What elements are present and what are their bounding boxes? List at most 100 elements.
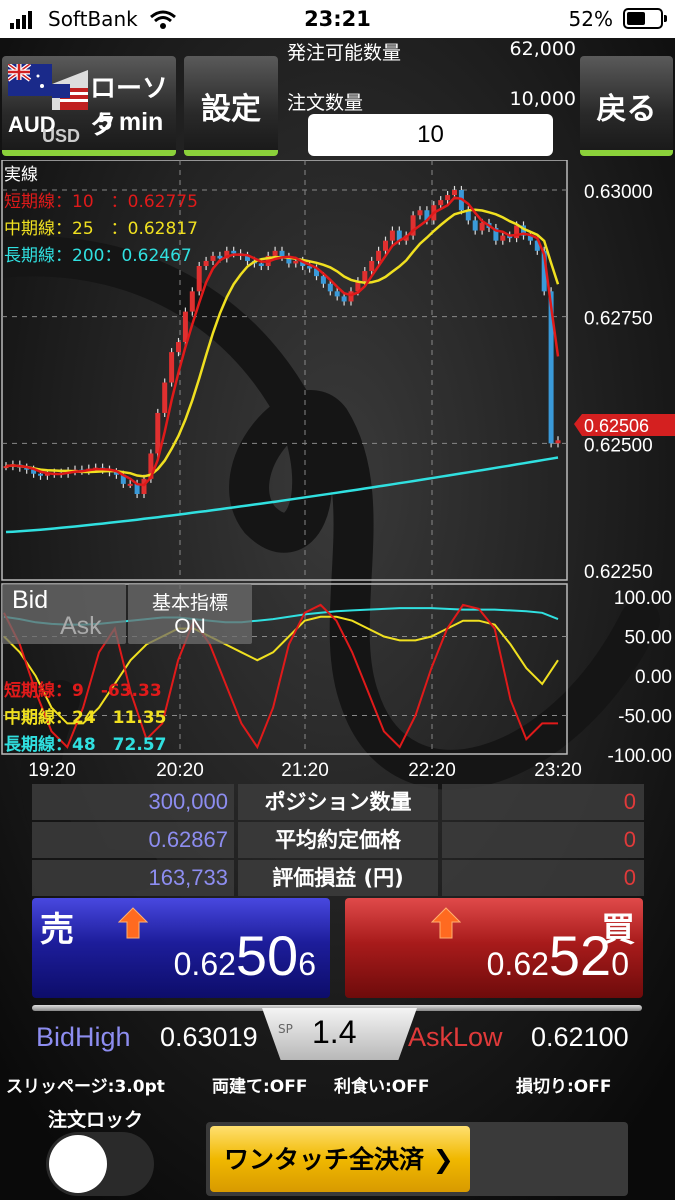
candle-body bbox=[376, 250, 382, 261]
close-all-button[interactable]: ワンタッチ全決済 ❯ bbox=[210, 1126, 470, 1192]
time-tick-label: 23:20 bbox=[534, 760, 582, 780]
candle-body bbox=[196, 266, 202, 292]
candle-body bbox=[231, 250, 237, 254]
sell-price-pips: 50 bbox=[235, 924, 299, 987]
mid-ma-legend: 中期線：25 ：0.62817 bbox=[4, 219, 198, 239]
candle-body bbox=[176, 342, 181, 353]
up-arrow-icon bbox=[431, 907, 461, 939]
candle-body bbox=[155, 412, 161, 454]
price-line-label: 実線 bbox=[4, 165, 38, 185]
slippage-setting: スリッページ:3.0pt bbox=[6, 1077, 165, 1097]
candle-body bbox=[320, 276, 326, 284]
buy-price-pips: 52 bbox=[548, 924, 612, 987]
close-all-slider[interactable]: ワンタッチ全決済 ❯ bbox=[206, 1122, 628, 1196]
osc-tick-label: -50.00 bbox=[618, 707, 672, 728]
bid-ask-toggle[interactable]: Bid Ask bbox=[2, 584, 126, 644]
unrealized-pl-value: 163,733 bbox=[32, 860, 234, 896]
candle-body bbox=[452, 190, 457, 196]
sell-button[interactable]: 売 0.62506 bbox=[32, 898, 330, 998]
battery-icon bbox=[623, 8, 667, 29]
fundamentals-state: ON bbox=[174, 615, 206, 638]
aud-usd-flag-icon bbox=[8, 64, 88, 110]
candle-body bbox=[127, 483, 133, 486]
buy-button[interactable]: 買 0.62520 bbox=[345, 898, 643, 998]
candle-body bbox=[327, 283, 333, 292]
price-tick-label: 0.63000 bbox=[584, 182, 653, 203]
price-tick-label: 0.62250 bbox=[584, 562, 653, 583]
settings-button[interactable]: 設定 bbox=[184, 56, 278, 156]
take-profit-setting: 利食い:OFF bbox=[334, 1077, 430, 1097]
spread-value: 1.4 bbox=[312, 1014, 357, 1050]
time-tick-label: 21:20 bbox=[281, 760, 329, 780]
back-label: 戻る bbox=[596, 93, 657, 126]
status-bar: SoftBank 23:21 52% bbox=[0, 0, 675, 38]
sell-price: 0.62506 bbox=[174, 923, 316, 988]
buy-price-big-figure: 0.62 bbox=[486, 946, 549, 982]
available-qty-value: 62,000 bbox=[509, 38, 576, 60]
buy-price: 0.62520 bbox=[487, 923, 629, 988]
order-qty-value: 10,000 bbox=[509, 88, 576, 110]
close-all-label: ワンタッチ全決済 ❯ bbox=[224, 1145, 454, 1174]
sell-side-label: 売 bbox=[40, 910, 74, 950]
order-lock-label: 注文ロック bbox=[48, 1109, 144, 1131]
osc-tick-label: 50.00 bbox=[624, 628, 672, 649]
position-qty-value: 300,000 bbox=[32, 784, 234, 820]
avg-price-label: 平均約定価格 bbox=[238, 822, 438, 858]
short-ma-legend: 短期線：10 ：0.62775 bbox=[4, 192, 198, 212]
back-button[interactable]: 戻る bbox=[580, 56, 673, 156]
candle-body bbox=[203, 260, 209, 266]
position-qty-label: ポジション数量 bbox=[238, 784, 438, 820]
fundamentals-toggle[interactable]: 基本指標 ON bbox=[128, 584, 252, 644]
toggle-knob bbox=[49, 1135, 107, 1193]
avg-price-pl: 0 bbox=[442, 822, 644, 858]
candle-body bbox=[472, 220, 478, 231]
table-row: 300,000 ポジション数量 0 bbox=[32, 784, 644, 820]
bid-high-value: 0.63019 bbox=[160, 1022, 258, 1052]
buy-price-fraction: 0 bbox=[611, 946, 629, 982]
candle-body bbox=[210, 255, 216, 261]
price-tick-label: 0.62500 bbox=[584, 435, 653, 456]
candle-body bbox=[438, 200, 444, 206]
candle-body bbox=[417, 210, 423, 216]
stop-loss-setting: 損切り:OFF bbox=[516, 1077, 612, 1097]
candle-body bbox=[293, 260, 299, 264]
unrealized-pl-label: 評価損益 (円) bbox=[238, 860, 438, 896]
sell-price-fraction: 6 bbox=[298, 946, 316, 982]
table-row: 0.62867 平均約定価格 0 bbox=[32, 822, 644, 858]
candle-body bbox=[555, 440, 561, 444]
time-tick-label: 20:20 bbox=[156, 760, 204, 780]
current-price-label: 0.62506 bbox=[584, 416, 649, 436]
order-lock-toggle[interactable] bbox=[46, 1132, 154, 1196]
long-ma-legend: 長期線：200：0.62467 bbox=[4, 246, 192, 266]
ask-label: Ask bbox=[60, 612, 102, 640]
table-row: 163,733 評価損益 (円) 0 bbox=[32, 860, 644, 896]
pair-quote-label: USD bbox=[42, 126, 81, 146]
candle-body bbox=[389, 230, 395, 241]
ask-low-label: AskLow bbox=[408, 1022, 503, 1052]
settings-label: 設定 bbox=[201, 93, 261, 126]
spread-label: SP bbox=[278, 1022, 293, 1036]
price-tick-label: 0.62750 bbox=[584, 309, 653, 330]
pair-selector-button[interactable]: ローソク AUD USD 5 min bbox=[2, 56, 176, 156]
candle-body bbox=[348, 291, 354, 302]
up-arrow-icon bbox=[118, 907, 148, 939]
candle-body bbox=[141, 478, 147, 494]
candle-body bbox=[334, 291, 340, 297]
osc-mid-legend: 中期線：24 11.35 bbox=[4, 708, 167, 728]
fundamentals-label: 基本指標 bbox=[151, 592, 228, 614]
unrealized-pl-pl: 0 bbox=[442, 860, 644, 896]
osc-tick-label: 0.00 bbox=[635, 667, 672, 688]
osc-tick-label: -100.00 bbox=[608, 746, 672, 767]
order-qty-input[interactable]: 10 bbox=[308, 114, 553, 156]
avg-price-value: 0.62867 bbox=[32, 822, 234, 858]
candle-body bbox=[189, 291, 195, 312]
current-price-marker: 0.62506 bbox=[574, 414, 675, 436]
osc-short-legend: 短期線：9 -63.33 bbox=[4, 681, 162, 701]
sell-price-big-figure: 0.62 bbox=[173, 946, 236, 982]
time-tick-label: 22:20 bbox=[408, 760, 456, 780]
osc-tick-label: 100.00 bbox=[614, 588, 672, 609]
candle-body bbox=[383, 240, 388, 251]
timeframe-label: 5 min bbox=[98, 108, 164, 136]
candle-body bbox=[362, 271, 368, 282]
bid-label: Bid bbox=[12, 586, 49, 614]
